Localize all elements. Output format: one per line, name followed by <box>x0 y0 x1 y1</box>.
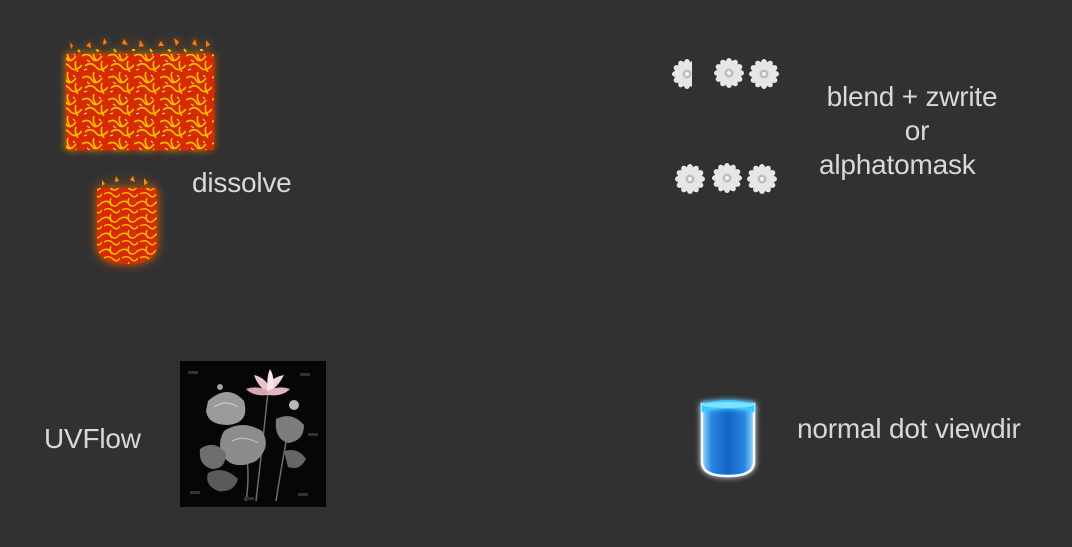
uvflow-label: UVFlow <box>44 423 141 454</box>
blend-label-line-2: or <box>904 115 930 146</box>
blend-label-line-1: blend + zwrite <box>826 81 998 112</box>
lotus-texture-icon <box>180 361 326 507</box>
dissolve-capsule-icon <box>84 166 170 278</box>
blend-label-line-3: alphatomask <box>819 149 976 180</box>
rim-glow-capsule-icon <box>676 380 780 496</box>
scene-viewport: dissolve blend + zwrite or alphatomask U… <box>0 0 1072 547</box>
flower-sprite-icon <box>672 54 784 196</box>
dissolve-plane-icon <box>56 28 224 160</box>
rim-label: normal dot viewdir <box>797 413 1021 444</box>
dissolve-label: dissolve <box>192 167 292 198</box>
